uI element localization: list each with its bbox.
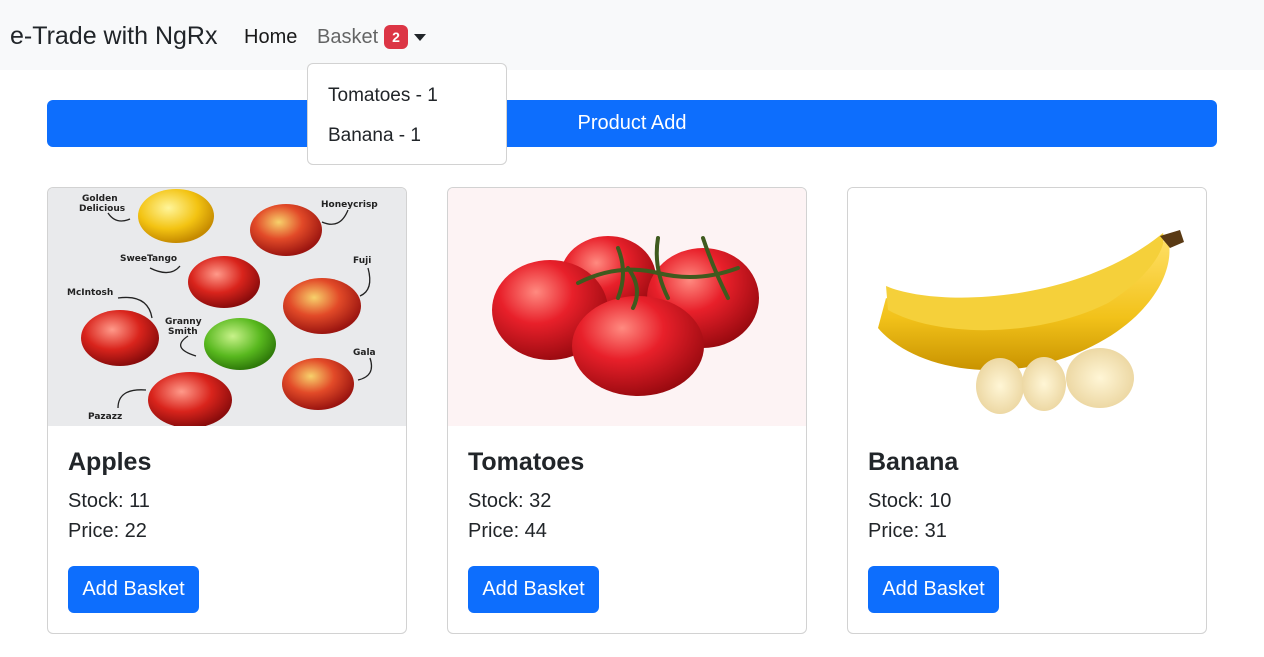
product-name: Tomatoes	[468, 448, 585, 476]
apple-label-pazazz: Pazazz	[88, 412, 122, 422]
product-image-tomatoes	[448, 188, 806, 426]
product-image-banana	[848, 188, 1206, 426]
product-card-apples: Golden Delicious Honeycrisp SweeTango Fu…	[47, 187, 407, 634]
product-image-apples: Golden Delicious Honeycrisp SweeTango Fu…	[48, 188, 406, 426]
product-card-banana: Banana Stock: 10 Price: 31 Add Basket	[847, 187, 1207, 634]
apple-label-delicious: Delicious	[79, 204, 125, 214]
add-basket-button[interactable]: Add Basket	[68, 566, 199, 613]
product-add-button[interactable]: Product Add	[47, 100, 1217, 147]
basket-dropdown-menu: Tomatoes - 1 Banana - 1	[307, 63, 507, 165]
apples-illustration: Golden Delicious Honeycrisp SweeTango Fu…	[48, 188, 406, 426]
apple-label-gala: Gala	[353, 348, 376, 358]
dropdown-item-banana[interactable]: Banana - 1	[308, 116, 506, 156]
nav-basket-label: Basket	[317, 26, 379, 48]
product-stock: Stock: 32	[468, 490, 552, 512]
product-price: Price: 31	[868, 520, 947, 542]
tomatoes-illustration	[448, 188, 806, 426]
add-basket-button[interactable]: Add Basket	[468, 566, 599, 613]
dropdown-item-tomatoes[interactable]: Tomatoes - 1	[308, 76, 506, 116]
apple-label-smith: Smith	[168, 327, 198, 337]
navbar: e-Trade with NgRx Home Basket 2	[0, 0, 1264, 70]
product-name: Apples	[68, 448, 152, 476]
apple-label-honeycrisp: Honeycrisp	[321, 200, 378, 210]
product-stock: Stock: 11	[68, 490, 150, 512]
nav-dropdown-basket[interactable]: Basket 2	[317, 24, 426, 50]
apple-label-mcintosh: McIntosh	[67, 288, 113, 298]
product-price: Price: 22	[68, 520, 147, 542]
apple-label-golden: Golden	[82, 194, 118, 204]
product-price: Price: 44	[468, 520, 547, 542]
banana-illustration	[848, 188, 1206, 426]
product-name: Banana	[868, 448, 959, 476]
product-stock: Stock: 10	[868, 490, 952, 512]
navbar-brand[interactable]: e-Trade with NgRx	[10, 20, 217, 52]
apple-label-fuji: Fuji	[353, 256, 371, 266]
product-card-tomatoes: Tomatoes Stock: 32 Price: 44 Add Basket	[447, 187, 807, 634]
nav-link-home[interactable]: Home	[244, 24, 297, 50]
chevron-down-icon	[413, 33, 426, 41]
apple-label-sweetango: SweeTango	[120, 254, 177, 264]
add-basket-button[interactable]: Add Basket	[868, 566, 999, 613]
basket-count-badge: 2	[384, 25, 408, 49]
apple-label-granny: Granny	[165, 317, 202, 327]
